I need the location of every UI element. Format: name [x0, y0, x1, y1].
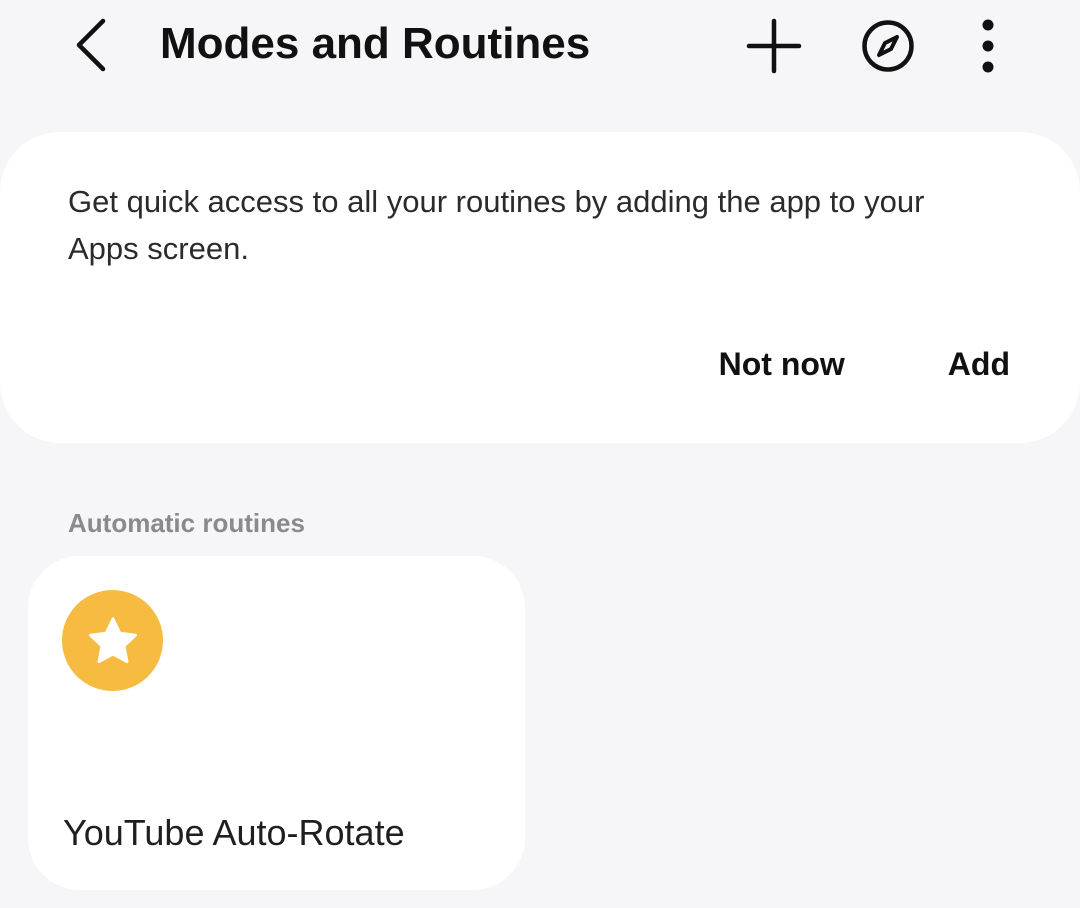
back-button[interactable] — [60, 12, 120, 78]
page-title: Modes and Routines — [160, 19, 591, 68]
star-icon — [88, 617, 137, 663]
routine-card-youtube-auto-rotate[interactable]: YouTube Auto-Rotate — [28, 556, 525, 890]
app-bar: Modes and Routines — [0, 0, 1080, 90]
suggestion-message: Get quick access to all your routines by… — [68, 184, 925, 266]
add-routine-button[interactable] — [740, 12, 808, 80]
section-header-automatic-routines: Automatic routines — [68, 508, 305, 538]
more-options-button[interactable] — [963, 12, 1013, 80]
add-to-apps-suggestion-card: Get quick access to all your routines by… — [0, 132, 1080, 443]
routine-icon-badge — [62, 590, 163, 691]
plus-icon — [746, 18, 802, 74]
back-arrow-icon — [76, 18, 106, 72]
suggestion-actions: Not now Add — [719, 342, 1010, 386]
compass-icon — [862, 20, 914, 72]
routine-name: YouTube Auto-Rotate — [63, 812, 405, 853]
more-vertical-icon — [982, 19, 994, 73]
discover-button[interactable] — [853, 12, 923, 80]
not-now-button[interactable]: Not now — [719, 342, 845, 386]
modes-and-routines-screen: Modes and Routines Get quick access to a… — [0, 0, 1080, 908]
add-button[interactable]: Add — [948, 342, 1010, 386]
